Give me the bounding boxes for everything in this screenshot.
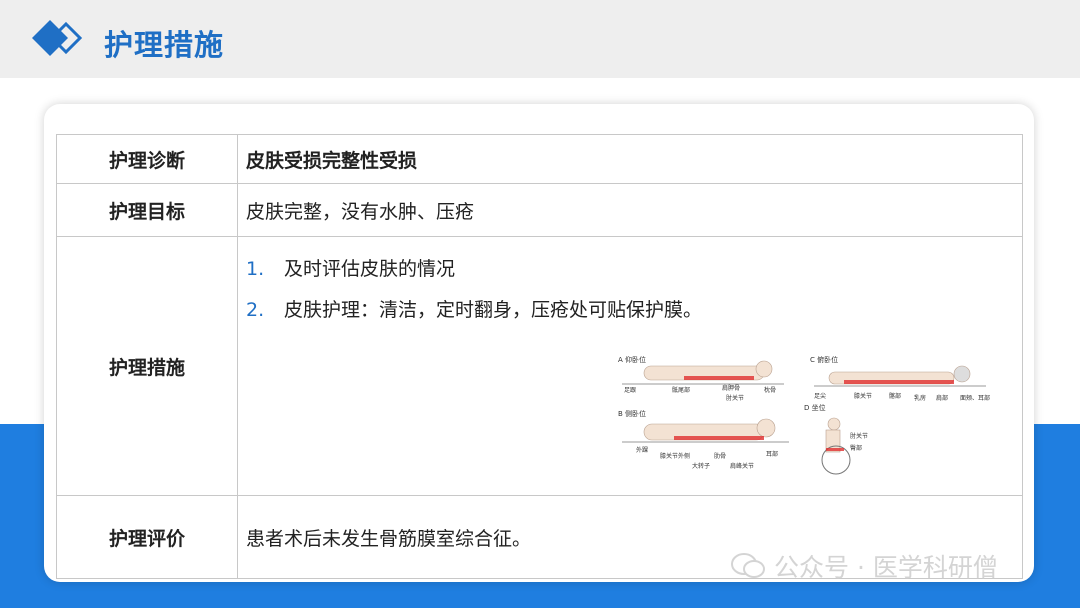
list-item: 1. 及时评估皮肤的情况 xyxy=(246,254,1021,281)
list-item: 2. 皮肤护理：清洁，定时翻身，压疮处可贴保护膜。 xyxy=(246,295,1021,322)
point-label: 面颊、耳部 xyxy=(960,394,990,402)
list-text: 皮肤护理：清洁，定时翻身，压疮处可贴保护膜。 xyxy=(284,299,703,321)
table-row: 护理目标 皮肤完整，没有水肿、压疮 xyxy=(56,183,1023,237)
point-label: 肩峰关节 xyxy=(730,462,754,470)
point-label: 肩胛骨 xyxy=(722,384,740,392)
table-row: 护理诊断 皮肤受损完整性受损 xyxy=(56,134,1023,184)
row-label: 护理评价 xyxy=(56,495,238,579)
row-value: 1. 及时评估皮肤的情况 2. 皮肤护理：清洁，定时翻身，压疮处可贴保护膜。 A 仰… xyxy=(237,236,1023,496)
row-label: 护理诊断 xyxy=(56,134,238,184)
point-label: 肘关节 xyxy=(850,432,868,440)
pressure-points-illustration: A 仰卧位 足跟 骶尾部 肩胛骨 枕骨 肘关节 C 俯卧位 足尖 膝关节 髂部 … xyxy=(614,352,992,482)
watermark: 公众号 · 医学科研僧 xyxy=(730,548,998,584)
point-label: 肩部 xyxy=(936,394,948,402)
point-label: 肋骨 xyxy=(714,452,726,460)
list-number: 2. xyxy=(246,299,265,321)
row-label: 护理措施 xyxy=(56,236,238,496)
care-table: 护理诊断 皮肤受损完整性受损 护理目标 皮肤完整，没有水肿、压疮 护理措施 1.… xyxy=(56,134,1023,579)
panel-title: A 仰卧位 xyxy=(618,355,646,364)
panel-title: D 坐位 xyxy=(804,403,826,412)
point-label: 髂部 xyxy=(889,392,901,400)
header-bar: 护理措施 xyxy=(0,0,1080,78)
point-label: 足跟 xyxy=(624,387,636,394)
point-label: 骶尾部 xyxy=(672,386,690,394)
point-label: 肘关节 xyxy=(726,394,744,402)
point-label: 耳部 xyxy=(766,450,778,458)
page-title: 护理措施 xyxy=(104,28,225,62)
double-diamond-icon xyxy=(30,18,88,58)
watermark-text: 公众号 · 医学科研僧 xyxy=(774,553,998,582)
content-card: 护理诊断 皮肤受损完整性受损 护理目标 皮肤完整，没有水肿、压疮 护理措施 1.… xyxy=(44,104,1034,582)
point-label: 臀部 xyxy=(850,444,862,452)
point-label: 乳房 xyxy=(914,394,926,402)
point-label: 足尖 xyxy=(814,392,826,400)
wechat-icon xyxy=(731,553,765,578)
point-label: 外踝 xyxy=(636,446,648,454)
point-label: 膝关节 xyxy=(854,392,872,400)
row-value: 皮肤受损完整性受损 xyxy=(237,134,1023,184)
panel-title: C 俯卧位 xyxy=(810,355,838,364)
table-row: 护理措施 1. 及时评估皮肤的情况 2. 皮肤护理：清洁，定时翻身，压疮处可贴保护膜… xyxy=(56,236,1023,496)
panel-title: B 侧卧位 xyxy=(618,409,646,418)
point-label: 枕骨 xyxy=(764,386,776,394)
measures-list: 1. 及时评估皮肤的情况 2. 皮肤护理：清洁，定时翻身，压疮处可贴保护膜。 xyxy=(246,254,1021,322)
row-value: 皮肤完整，没有水肿、压疮 xyxy=(237,183,1023,237)
list-number: 1. xyxy=(246,258,265,280)
row-label: 护理目标 xyxy=(56,183,238,237)
point-label: 膝关节外侧 xyxy=(660,452,690,460)
list-text: 及时评估皮肤的情况 xyxy=(284,258,456,280)
point-label: 大转子 xyxy=(692,462,710,470)
